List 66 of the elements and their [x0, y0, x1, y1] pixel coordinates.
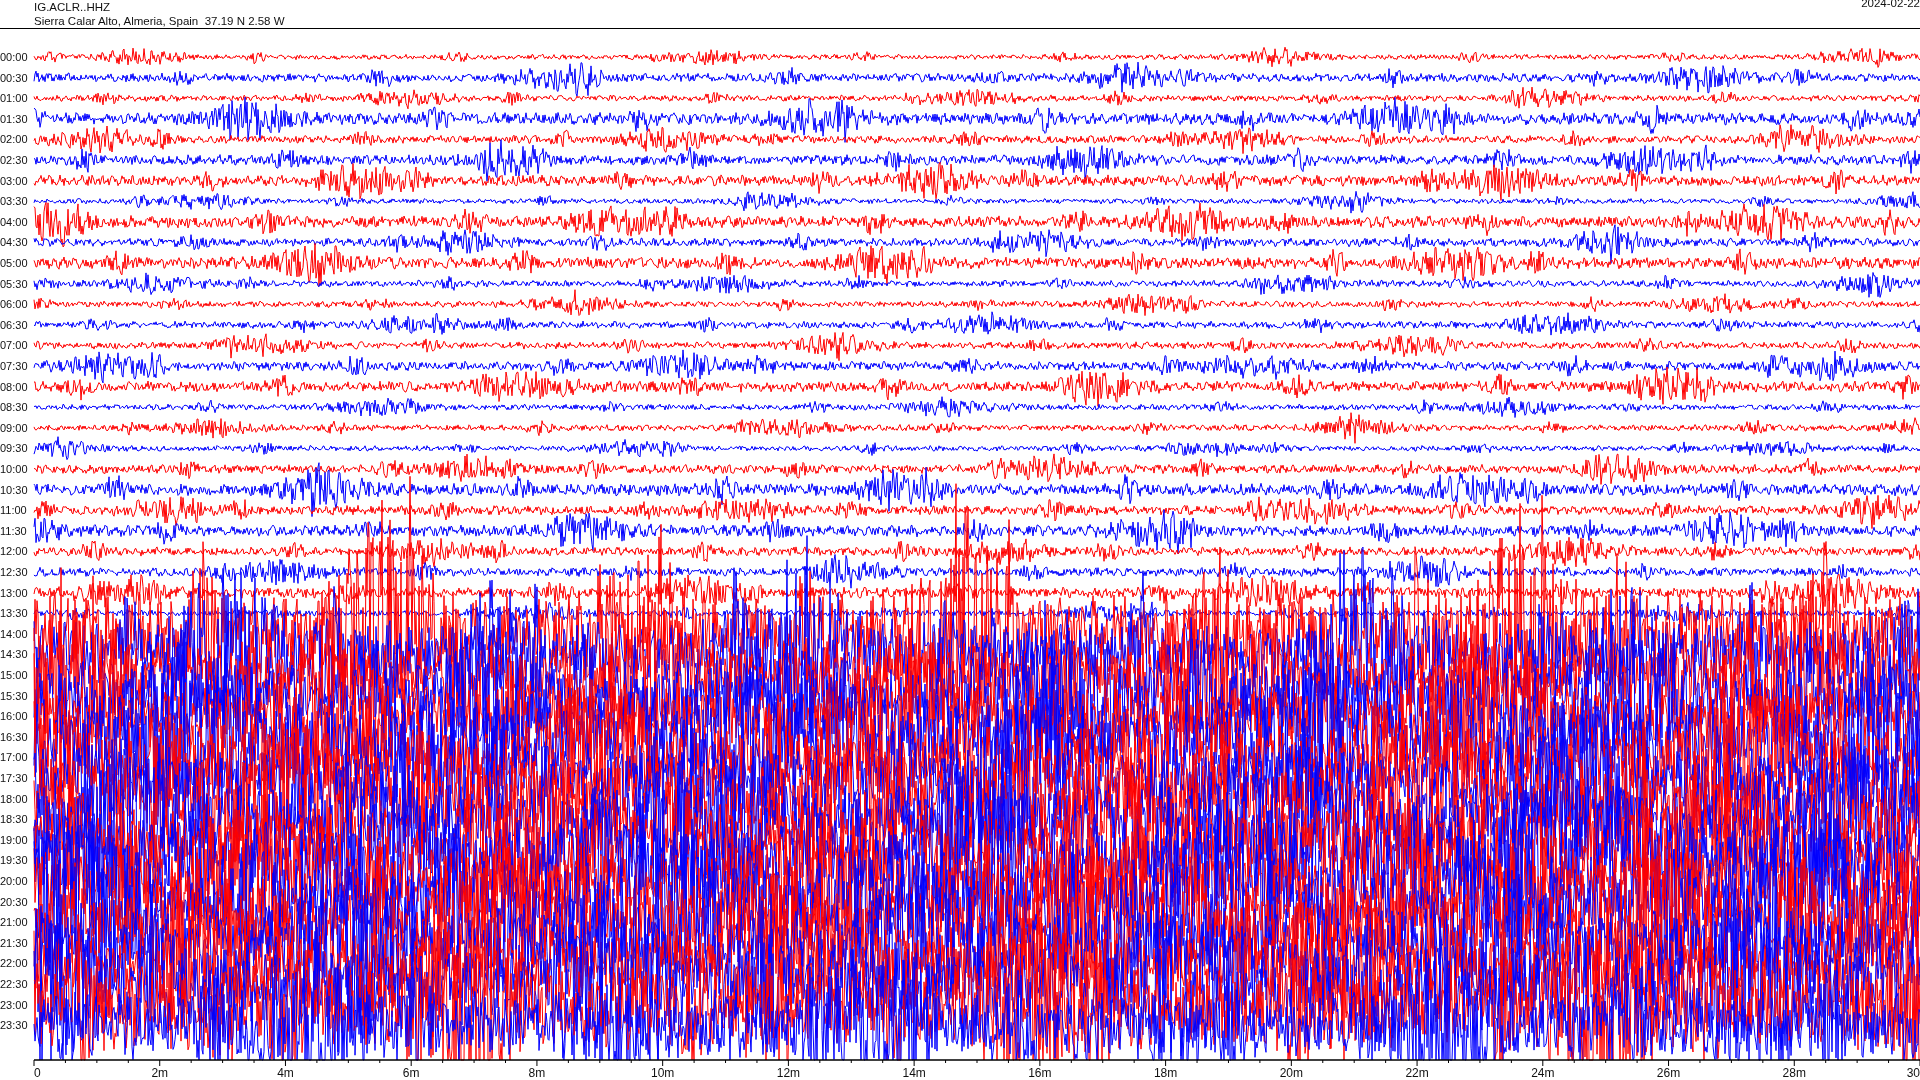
time-label: 00:30: [0, 71, 28, 84]
time-label: 17:00: [0, 751, 28, 764]
time-label: 07:00: [0, 339, 28, 352]
time-label: 15:30: [0, 689, 28, 702]
time-label: 16:00: [0, 710, 28, 723]
time-label: 14:00: [0, 627, 28, 640]
time-label: 01:00: [0, 92, 28, 105]
axis-tick-label: 6m: [402, 1066, 420, 1078]
axis-tick-label: 2m: [151, 1066, 169, 1078]
axis-tick-label: 16m: [1028, 1066, 1052, 1078]
time-label: 11:30: [0, 524, 27, 537]
time-label: 04:00: [0, 215, 28, 228]
time-label: 00:00: [0, 51, 28, 63]
time-label: 14:30: [0, 648, 28, 661]
axis-tick-label: 26m: [1656, 1066, 1681, 1078]
time-label: 06:00: [0, 298, 28, 311]
axis-tick-label: 4m: [277, 1066, 294, 1078]
axis-tick-label: 10m: [651, 1066, 675, 1078]
time-label: 12:00: [0, 545, 28, 558]
time-label: 21:30: [0, 936, 28, 949]
time-label: 18:00: [0, 792, 28, 805]
axis-tick-label: 12m: [776, 1066, 801, 1078]
time-label: 08:30: [0, 401, 28, 414]
time-label: 02:00: [0, 133, 28, 146]
axis-tick-label: 20m: [1279, 1066, 1303, 1078]
axis-tick-label: 28m: [1782, 1066, 1806, 1078]
time-label: 04:30: [0, 236, 28, 249]
time-label: 05:00: [0, 257, 28, 269]
time-label: 02:30: [0, 154, 28, 166]
time-label: 19:30: [0, 854, 28, 867]
time-label: 09:00: [0, 421, 28, 434]
time-label: 03:30: [0, 195, 28, 208]
time-label: 22:30: [0, 978, 28, 990]
time-label: 23:30: [0, 1019, 28, 1032]
axis-tick-label: 18m: [1153, 1066, 1178, 1078]
time-label: 21:00: [0, 916, 28, 929]
time-label: 15:00: [0, 669, 28, 681]
time-label: 13:00: [0, 586, 28, 599]
time-label: 19:00: [0, 833, 28, 846]
time-label: 07:30: [0, 360, 28, 372]
station-location: Sierra Calar Alto, Almeria, Spain 37.19 N 2.58 W: [34, 14, 285, 28]
time-label: 23:00: [0, 998, 28, 1011]
axis-tick-label: 0: [34, 1066, 41, 1078]
time-label: 16:30: [0, 730, 28, 743]
time-label: 20:30: [0, 895, 28, 908]
time-label: 06:30: [0, 318, 28, 331]
time-label: 10:00: [0, 463, 28, 475]
axis-tick-label: 22m: [1405, 1066, 1429, 1078]
station-code: IG.ACLR..HHZ: [34, 0, 112, 14]
time-label: 09:30: [0, 442, 28, 455]
axis-tick-label: 24m: [1531, 1066, 1555, 1078]
time-label: 05:30: [0, 277, 28, 290]
axis-tick-label: 14m: [902, 1066, 926, 1078]
time-label: 13:30: [0, 607, 28, 620]
time-label: 03:00: [0, 174, 28, 187]
axis-tick-label: 30: [1906, 1066, 1920, 1078]
time-label: 01:30: [0, 112, 28, 125]
axis-tick-label: 8m: [528, 1066, 546, 1078]
time-label: 10:30: [0, 483, 28, 496]
time-label: 11:00: [0, 504, 27, 517]
time-label: 18:30: [0, 813, 28, 826]
time-label: 08:00: [0, 380, 28, 393]
time-label: 22:00: [0, 957, 28, 970]
time-label: 12:30: [0, 566, 28, 578]
time-label: 20:00: [0, 875, 28, 887]
time-label: 17:30: [0, 772, 28, 784]
